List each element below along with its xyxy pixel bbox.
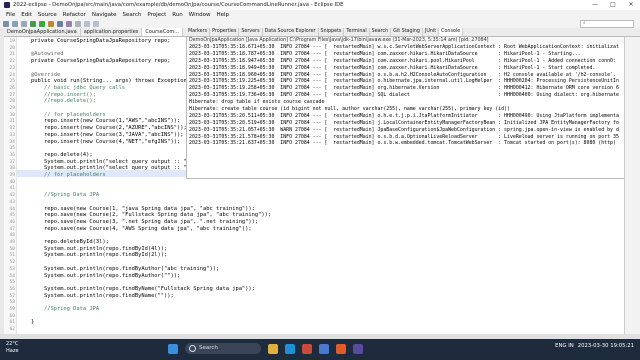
windows-taskbar: 22°C Haze Search ENG IN 2023-03-30 19:05… — [0, 339, 640, 360]
new-java-class-icon[interactable] — [57, 20, 63, 27]
weather-temp: 22°C — [6, 341, 19, 347]
window-title: 2022-eclipse - DemoOnJpa/src/main/java/c… — [13, 2, 344, 8]
search-label: Search — [199, 345, 218, 351]
save-icon[interactable] — [12, 20, 18, 27]
print-icon[interactable] — [21, 20, 27, 27]
code-line: private CourseSpringDataJpaRepository re… — [18, 58, 171, 65]
tab-demoonjpaapplication[interactable]: DemoOnJpaApplication.java — [4, 28, 81, 36]
menu-project[interactable]: Project — [147, 12, 166, 18]
taskbar-search[interactable]: Search — [185, 343, 261, 354]
code-line: private CourseSpringDataJpaRepository re… — [18, 38, 171, 44]
code-line: System.out.println(repo.findByName("")); — [18, 292, 174, 299]
console-line: 2023-03-31T05:35:19.736+05:30 INFO 27084… — [189, 92, 619, 99]
tab-git-staging[interactable]: Git Staging — [391, 28, 423, 36]
code-line: //repo.delete(); — [18, 98, 96, 105]
tab-properties[interactable]: Properties — [210, 28, 240, 36]
code-line: //Spring Data JPA — [18, 192, 100, 199]
console-line: 2023-03-31T05:35:19.258+05:30 INFO 27084… — [189, 85, 619, 92]
console-line: 2023-03-31T05:35:18.949+05:30 INFO 27084… — [189, 64, 596, 71]
console-line: 2023-03-31T05:35:21.057+05:30 WARN 27084… — [189, 126, 619, 133]
code-line: repo.insert(new Course(4,"NET","efgINS")… — [18, 138, 181, 145]
menu-edit[interactable]: Edit — [21, 12, 32, 18]
menu-help[interactable]: Help — [216, 12, 229, 18]
file-explorer-icon[interactable] — [268, 343, 278, 354]
search-icon — [189, 345, 196, 352]
close-button[interactable]: ✕ — [622, 0, 640, 10]
menu-window[interactable]: Window — [189, 12, 211, 18]
debug-icon[interactable] — [30, 20, 36, 27]
tab-terminal[interactable]: Terminal — [344, 28, 370, 36]
menu-search[interactable]: Search — [123, 12, 142, 18]
code-line: repo.save(new Course(4, "AWS Spring data… — [18, 225, 252, 232]
minimize-button[interactable]: — — [586, 0, 604, 10]
line-number: 62 — [9, 327, 15, 333]
weather-desc: Haze — [6, 348, 19, 354]
system-tray: ENG IN 2023-03-30 19:05:21 — [551, 343, 634, 349]
forward-icon[interactable] — [93, 20, 99, 27]
tab-console[interactable]: Console — [439, 28, 464, 36]
start-icon[interactable] — [168, 343, 178, 354]
menu-bar: File Edit Source Refactor Navigate Searc… — [0, 10, 640, 19]
tab-junit[interactable]: JUnit — [423, 28, 440, 36]
maximize-button[interactable]: □ — [604, 0, 622, 10]
view-tab-bar: Markers Properties Servers Data Source E… — [186, 28, 640, 37]
chrome-icon[interactable] — [336, 343, 346, 354]
code-line: System.out.println(repo.findByAuthor("")… — [18, 272, 181, 279]
console-line: 2023-03-31T05:35:18.947+05:30 INFO 27084… — [189, 57, 616, 64]
tab-coursecommandlinerunner[interactable]: CourseCom... — [142, 28, 184, 36]
editor-tab-bar: DemoOnJpaApplication.java application.pr… — [4, 28, 186, 37]
tab-servers[interactable]: Servers — [239, 28, 263, 36]
console-line: 2023-03-31T05:35:21.578+05:30 INFO 27084… — [189, 133, 619, 140]
run-icon[interactable] — [39, 20, 45, 27]
teams-icon[interactable] — [319, 343, 329, 354]
taskbar-apps: Search — [168, 343, 370, 354]
code-line: System.out.println(repo.findById(2l)); — [18, 252, 168, 259]
eclipse-taskbar-icon[interactable] — [353, 343, 363, 354]
tab-data-source-explorer[interactable]: Data Source Explorer — [263, 28, 319, 36]
language-indicator[interactable]: ENG IN — [555, 343, 574, 349]
edge-icon[interactable] — [285, 343, 295, 354]
back-icon[interactable] — [84, 20, 90, 27]
weather-widget[interactable]: 22°C Haze — [6, 341, 19, 355]
external-tools-icon[interactable] — [48, 20, 54, 27]
eclipse-icon — [4, 2, 10, 8]
menu-source[interactable]: Source — [38, 12, 57, 18]
console-line: 2023-03-31T05:35:20.519+05:30 INFO 27084… — [189, 119, 619, 126]
menu-file[interactable]: File — [6, 12, 15, 18]
tab-markers[interactable]: Markers — [186, 28, 211, 36]
console-line: 2023-03-31T05:35:18.671+05:30 INFO 27084… — [189, 44, 619, 50]
code-line: //Spring Data JPA — [18, 306, 100, 312]
console-header: DemoOnJpaApplication [Java Application] … — [187, 37, 625, 44]
console-output: 2023-03-31T05:35:18.671+05:30 INFO 27084… — [187, 44, 625, 147]
quick-access-input[interactable]: ⌕ — [580, 20, 634, 28]
console-line: Hibernate: create table course (id bigin… — [189, 106, 510, 113]
right-trim-bar — [624, 37, 640, 334]
tab-application-properties[interactable]: application.properties — [81, 28, 143, 36]
console-line: 2023-03-31T05:35:18.787+05:30 INFO 27084… — [189, 50, 581, 57]
console-line: 2023-03-31T05:35:18.960+05:30 INFO 27084… — [189, 71, 616, 78]
console-line: 2023-03-31T05:35:19.225+05:30 INFO 27084… — [189, 78, 619, 85]
console-line: 2023-03-31T05:35:20.511+05:30 INFO 27084… — [189, 112, 619, 119]
office-icon[interactable] — [302, 343, 312, 354]
tab-search[interactable]: Search — [370, 28, 392, 36]
new-icon[interactable] — [3, 20, 9, 27]
code-line: // for placeholders — [18, 172, 106, 178]
code-line: } — [18, 319, 35, 326]
menu-refactor[interactable]: Refactor — [63, 12, 86, 18]
window-controls: — □ ✕ — [586, 0, 640, 10]
open-type-icon[interactable] — [66, 20, 72, 27]
console-line: 2023-03-31T05:35:21.637+05:30 INFO 27084… — [189, 140, 619, 147]
search-toolbar-icon[interactable] — [75, 20, 81, 27]
console-line: Hibernate: drop table if exists course c… — [189, 99, 325, 106]
menu-run[interactable]: Run — [172, 12, 183, 18]
console-view[interactable]: DemoOnJpaApplication [Java Application] … — [186, 37, 625, 179]
clock[interactable]: 2023-03-30 19:05:21 — [578, 343, 634, 349]
menu-navigate[interactable]: Navigate — [92, 12, 117, 18]
tab-snippets[interactable]: Snippets — [319, 28, 345, 36]
